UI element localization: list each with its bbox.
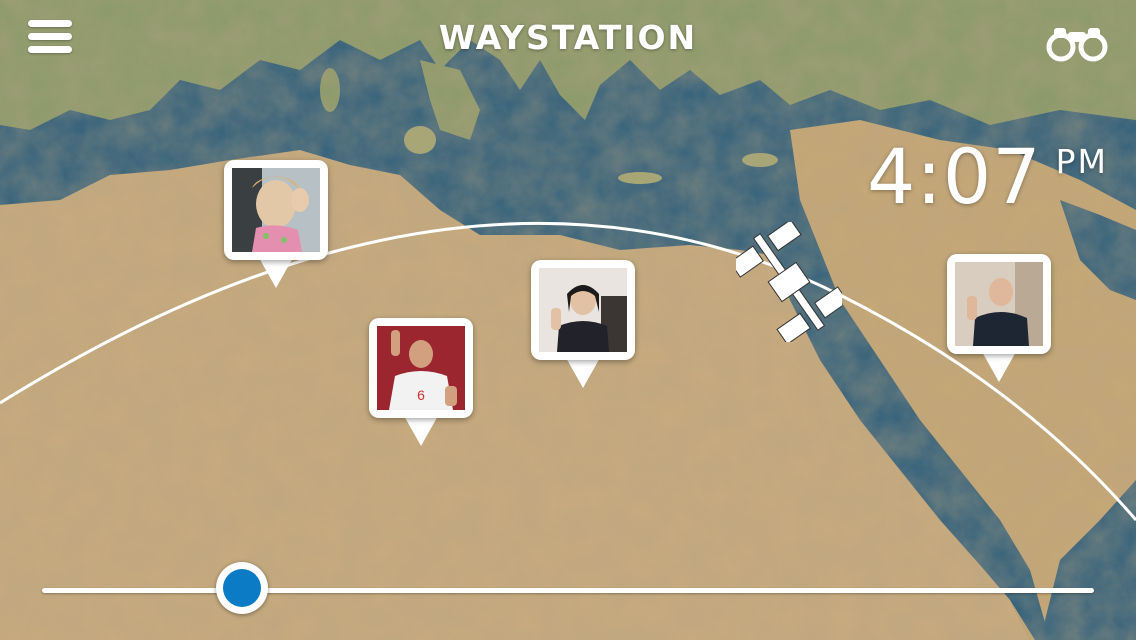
space-station-icon <box>736 222 842 342</box>
timeline-slider-knob[interactable] <box>215 562 268 614</box>
clock-time: 4:07 <box>866 132 1042 221</box>
map-view[interactable]: WAYSTATION 4:07 PM 6 <box>0 0 1136 640</box>
photo-thumbnail: 6 <box>377 326 465 410</box>
svg-text:6: 6 <box>417 387 425 403</box>
app-title: WAYSTATION <box>438 18 698 57</box>
clock-ampm: PM <box>1055 142 1108 181</box>
timeline-track[interactable] <box>42 588 1094 593</box>
photo-thumbnail <box>232 168 320 252</box>
clock-display: 4:07 PM <box>867 132 1108 221</box>
binoculars-button[interactable] <box>1046 22 1108 62</box>
photo-thumbnail <box>955 262 1043 346</box>
photo-thumbnail <box>539 268 627 352</box>
binoculars-icon <box>1046 28 1108 62</box>
